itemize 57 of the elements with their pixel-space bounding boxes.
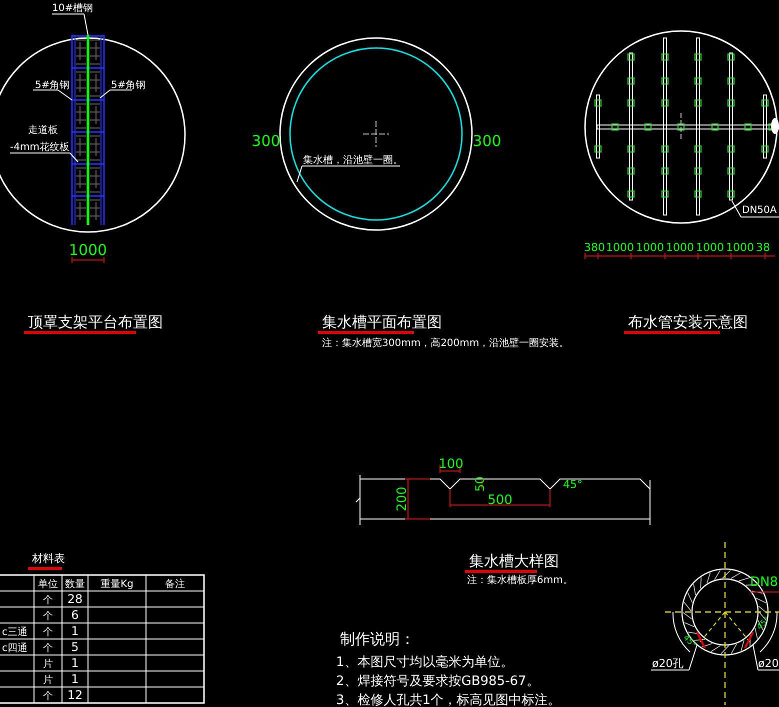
table-cell: 12	[67, 688, 83, 702]
header-cell: 单位	[38, 579, 58, 590]
drawing-title: 布水管安装示意图	[628, 313, 748, 331]
header-cell: 重量Kg	[100, 579, 134, 590]
table-cell: 5	[71, 640, 79, 654]
table-cell: 片	[43, 675, 53, 686]
dimension-label: 300	[252, 132, 280, 150]
dimension-label: 500	[488, 493, 512, 508]
note-text: 注：集水槽板厚6mm。	[467, 575, 573, 586]
dimension-label: 38	[756, 241, 770, 254]
drawing-title: 顶罩支架平台布置图	[28, 313, 163, 331]
drawing-label: ø20	[758, 657, 779, 670]
header-cell: 备注	[165, 579, 185, 590]
drawing-label: 5#角钢	[111, 80, 146, 91]
drawing-label: 走道板	[28, 125, 58, 136]
table-cell: 个	[43, 627, 53, 638]
dimension-label: 1000	[726, 241, 754, 254]
dimension-label: 300	[472, 132, 502, 150]
header-cell: 数量	[65, 579, 85, 590]
table-cell: 1	[71, 672, 79, 686]
drawing-label: 5#角钢	[35, 80, 70, 91]
table-cell: 个	[43, 611, 53, 622]
table-cell: 个	[43, 595, 53, 606]
table-cell: c四通	[2, 643, 28, 654]
table-cell: c三通	[2, 627, 28, 638]
note-text: 注：集水槽宽300mm，高200mm，沿池壁一圈安装。	[322, 338, 570, 349]
table-cell: 28	[67, 592, 83, 606]
dimension-label: 100	[438, 457, 464, 472]
dimension-label: 45°	[563, 478, 582, 491]
drawing-label: ø20孔	[652, 657, 684, 670]
dimension-label: 380	[584, 241, 605, 254]
note-text: 2、焊接符号及要求按GB985-67。	[336, 674, 540, 689]
dimension-label: 1000	[68, 241, 108, 259]
drawing-label: 45°	[755, 615, 772, 632]
table-cell: 6	[71, 608, 79, 622]
drawing-title: 集水槽大样图	[469, 552, 559, 570]
note-text: 3、检修人孔共1个，标高见图中标注。	[336, 693, 561, 707]
note-title: 制作说明：	[340, 630, 415, 648]
drawing-label: DN50A	[742, 205, 777, 216]
drawing-label: 10#槽钢	[52, 3, 94, 14]
drawing-label: 45°	[682, 633, 698, 650]
drawing-label: 集水槽，沿池壁一圈。	[303, 155, 403, 166]
dimension-label: 1000	[636, 241, 664, 254]
table-cell: 个	[43, 643, 53, 654]
dimension-label: 50	[473, 476, 487, 492]
table-cell: 1	[71, 624, 79, 638]
note-text: 1、本图尺寸均以毫米为单位。	[336, 655, 514, 670]
table-cell: 个	[43, 691, 53, 702]
drawing-label: -4mm花纹板	[10, 142, 70, 153]
table-cell: 片	[43, 659, 53, 670]
drawing-title: 集水槽平面布置图	[322, 313, 442, 331]
dimension-label: 1000	[666, 241, 694, 254]
table-cell: 1	[71, 656, 79, 670]
dimension-label: 1000	[696, 241, 724, 254]
dimension-label: 200	[395, 486, 410, 512]
table-title: 材料表	[32, 552, 65, 565]
dimension-label: 1000	[606, 241, 634, 254]
